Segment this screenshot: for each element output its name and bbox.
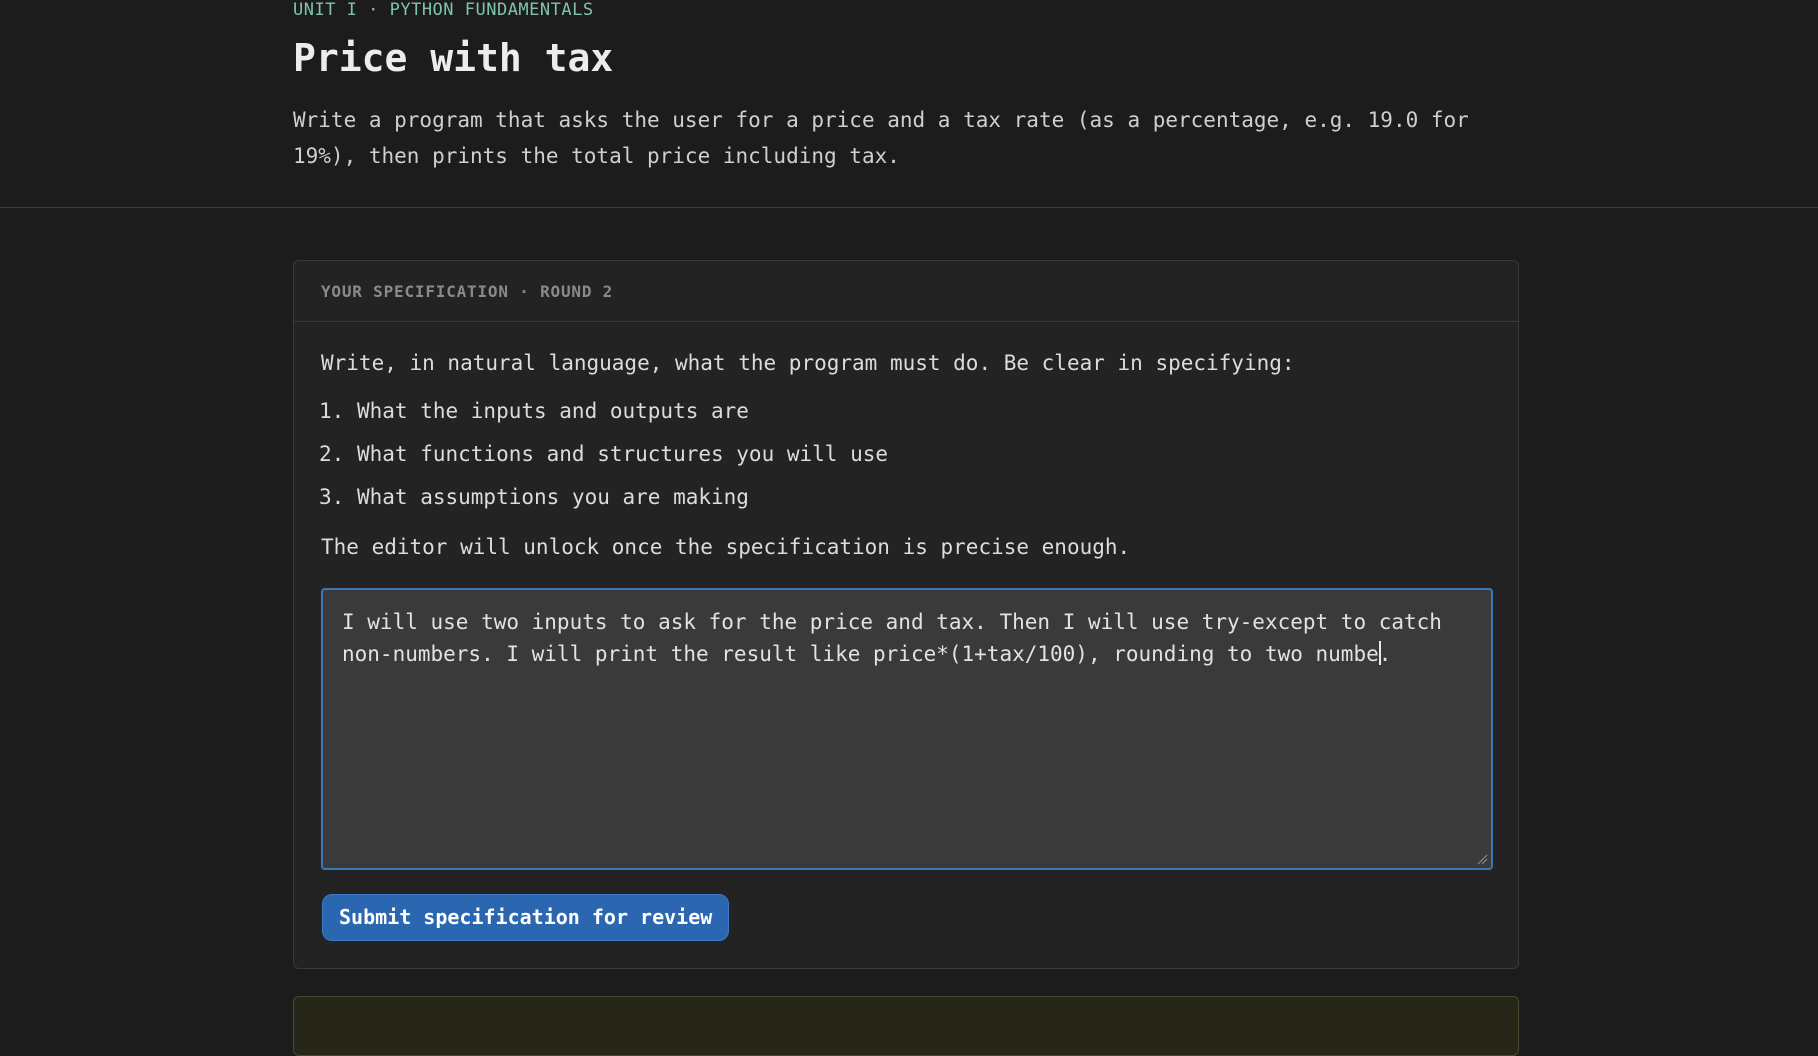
specification-card-header: YOUR SPECIFICATION · ROUND 2 bbox=[294, 261, 1518, 322]
criteria-item: 3. What assumptions you are making bbox=[319, 485, 888, 528]
criteria-text: What functions and structures you will u… bbox=[357, 442, 889, 466]
criteria-text: What assumptions you are making bbox=[357, 485, 749, 509]
criteria-text: What the inputs and outputs are bbox=[357, 399, 749, 423]
specification-round-label: YOUR SPECIFICATION · ROUND 2 bbox=[321, 282, 614, 301]
criteria-item: 1. What the inputs and outputs are bbox=[319, 399, 888, 442]
specification-text-after-caret: . bbox=[1378, 642, 1392, 666]
unit-breadcrumb: UNIT I · PYTHON FUNDAMENTALS bbox=[293, 0, 594, 20]
specification-card: YOUR SPECIFICATION · ROUND 2 Write, in n… bbox=[293, 260, 1519, 969]
resize-handle-icon[interactable] bbox=[1476, 853, 1488, 865]
editor-unlock-note: The editor will unlock once the specific… bbox=[321, 535, 1131, 559]
criteria-item: 2. What functions and structures you will… bbox=[319, 442, 888, 485]
specification-text-before-caret: I will use two inputs to ask for the pri… bbox=[342, 610, 1442, 666]
criteria-number: 1. bbox=[319, 399, 345, 423]
exercise-header: UNIT I · PYTHON FUNDAMENTALS Price with … bbox=[0, 0, 1818, 208]
page-title: Price with tax bbox=[293, 36, 614, 80]
exercise-description: Write a program that asks the user for a… bbox=[293, 108, 1469, 168]
specification-instructions: Write, in natural language, what the pro… bbox=[321, 351, 1295, 375]
submit-specification-button[interactable]: Submit specification for review bbox=[322, 894, 730, 941]
specification-textarea[interactable]: I will use two inputs to ask for the pri… bbox=[321, 588, 1493, 870]
next-section-card bbox=[293, 996, 1519, 1056]
criteria-number: 3. bbox=[319, 485, 345, 509]
specification-criteria-list: 1. What the inputs and outputs are 2. What… bbox=[319, 399, 888, 528]
criteria-number: 2. bbox=[319, 442, 345, 466]
